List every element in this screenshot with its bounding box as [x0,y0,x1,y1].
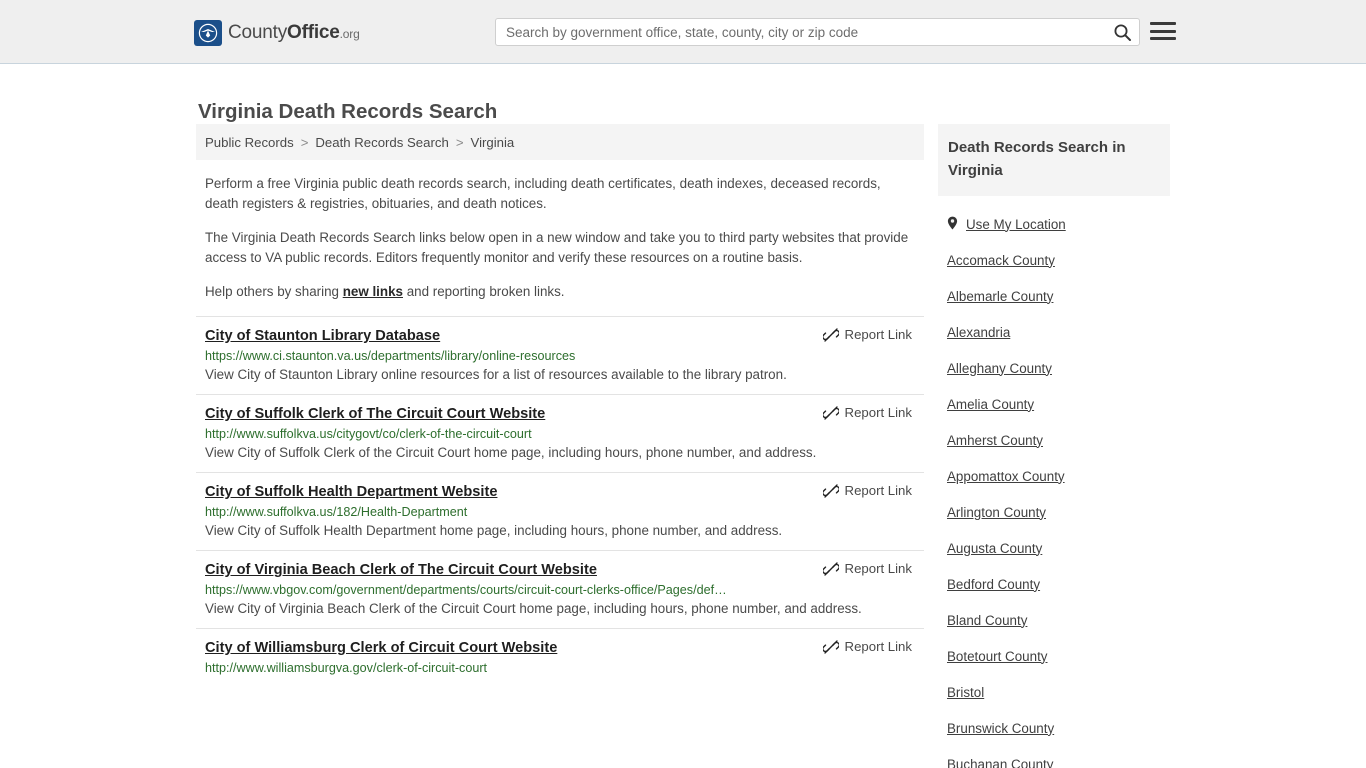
sidebar-county-list: Use My Location Accomack County Albemarl… [938,196,1170,768]
breadcrumb: Public Records > Death Records Search > … [196,124,924,160]
report-link-button[interactable]: Report Link [821,561,912,576]
breadcrumb-separator: > [455,134,464,150]
sidebar-county-link[interactable]: Brunswick County [947,721,1054,736]
sidebar-item-use-my-location[interactable]: Use My Location [938,206,1170,242]
list-item[interactable]: Alleghany County [938,350,1170,386]
report-link-button[interactable]: Report Link [821,405,912,420]
report-link-label: Report Link [844,483,912,498]
page-title: Virginia Death Records Search [198,99,498,123]
result-title-link[interactable]: City of Suffolk Health Department Websit… [205,484,497,500]
hamburger-bar [1150,22,1176,25]
main-content: Public Records > Death Records Search > … [196,124,924,686]
list-item[interactable]: Amelia County [938,386,1170,422]
result-item: City of Virginia Beach Clerk of The Circ… [196,550,924,628]
list-item[interactable]: Augusta County [938,530,1170,566]
intro-text: Perform a free Virginia public death rec… [196,160,924,302]
list-item[interactable]: Appomattox County [938,458,1170,494]
sidebar-heading: Death Records Search in Virginia [938,124,1170,196]
list-item[interactable]: Arlington County [938,494,1170,530]
breadcrumb-item-virginia: Virginia [470,134,515,150]
list-item[interactable]: Buchanan County [938,746,1170,768]
list-item[interactable]: Accomack County [938,242,1170,278]
list-item[interactable]: Alexandria [938,314,1170,350]
sidebar-county-link[interactable]: Alexandria [947,325,1010,340]
broken-link-icon [821,483,840,498]
sidebar-county-link[interactable]: Bedford County [947,577,1040,592]
report-link-label: Report Link [844,405,912,420]
report-link-button[interactable]: Report Link [821,327,912,342]
logo-office: Office [287,22,340,43]
broken-link-icon [821,639,840,654]
intro-suffix: and reporting broken links. [402,284,565,299]
sidebar-county-link[interactable]: Bland County [947,613,1027,628]
result-url: http://www.williamsburgva.gov/clerk-of-c… [205,661,488,675]
result-url: http://www.suffolkva.us/182/Health-Depar… [205,505,468,519]
new-links-link[interactable]: new links [343,284,403,299]
sidebar-county-link[interactable]: Bristol [947,685,984,700]
intro-paragraph-3: Help others by sharing new links and rep… [205,282,912,302]
broken-link-icon [821,405,840,420]
result-description: View City of Virginia Beach Clerk of the… [205,601,862,616]
result-title-link[interactable]: City of Staunton Library Database [205,328,440,344]
result-url: http://www.suffolkva.us/citygovt/co/cler… [205,427,532,441]
result-url: https://www.vbgov.com/government/departm… [205,583,727,597]
logo-county: County [228,22,288,43]
sidebar-county-link[interactable]: Augusta County [947,541,1042,556]
sidebar-county-link[interactable]: Arlington County [947,505,1046,520]
report-link-label: Report Link [844,561,912,576]
intro-paragraph-1: Perform a free Virginia public death rec… [205,176,881,211]
result-item: City of Suffolk Health Department Websit… [196,472,924,550]
hamburger-bar [1150,37,1176,40]
sidebar-county-link[interactable]: Buchanan County [947,757,1053,768]
result-title-link[interactable]: City of Virginia Beach Clerk of The Circ… [205,562,597,578]
result-url: https://www.ci.staunton.va.us/department… [205,349,576,363]
list-item[interactable]: Amherst County [938,422,1170,458]
report-link-button[interactable]: Report Link [821,483,912,498]
list-item[interactable]: Albemarle County [938,278,1170,314]
result-title-link[interactable]: City of Suffolk Clerk of The Circuit Cou… [205,406,545,422]
use-my-location-link[interactable]: Use My Location [966,217,1066,232]
site-logo[interactable]: CountyOffice.org [194,20,360,46]
sidebar-county-link[interactable]: Appomattox County [947,469,1065,484]
intro-prefix: Help others by sharing [205,284,343,299]
site-header: CountyOffice.org [0,0,1366,64]
eagle-seal-icon [194,20,222,46]
result-item: City of Staunton Library Database Report… [196,316,924,394]
result-item: City of Suffolk Clerk of The Circuit Cou… [196,394,924,472]
sidebar-county-link[interactable]: Amherst County [947,433,1043,448]
list-item[interactable]: Brunswick County [938,710,1170,746]
intro-paragraph-2: The Virginia Death Records Search links … [205,230,909,265]
result-item: City of Williamsburg Clerk of Circuit Co… [196,628,924,686]
sidebar-county-link[interactable]: Accomack County [947,253,1055,268]
report-link-button[interactable]: Report Link [821,639,912,654]
map-pin-icon [947,216,958,233]
sidebar-county-link[interactable]: Alleghany County [947,361,1052,376]
sidebar-county-link[interactable]: Amelia County [947,397,1034,412]
sidebar-county-link[interactable]: Albemarle County [947,289,1053,304]
result-description: View City of Staunton Library online res… [205,367,787,382]
result-description: View City of Suffolk Clerk of the Circui… [205,445,817,460]
result-title-link[interactable]: City of Williamsburg Clerk of Circuit Co… [205,640,557,656]
list-item[interactable]: Bedford County [938,566,1170,602]
report-link-label: Report Link [844,639,912,654]
hamburger-bar [1150,29,1176,33]
report-link-label: Report Link [844,327,912,342]
search-icon[interactable] [1105,19,1139,45]
logo-wordmark: CountyOffice.org [228,22,360,44]
breadcrumb-item-public-records[interactable]: Public Records [205,135,294,150]
broken-link-icon [821,327,840,342]
logo-org: .org [339,27,360,41]
broken-link-icon [821,561,840,576]
breadcrumb-separator: > [300,134,309,150]
hamburger-menu-icon[interactable] [1150,20,1176,42]
list-item[interactable]: Bland County [938,602,1170,638]
result-description: View City of Suffolk Health Department h… [205,523,783,538]
search-bar[interactable] [495,18,1140,46]
list-item[interactable]: Botetourt County [938,638,1170,674]
sidebar: Death Records Search in Virginia Use My … [938,124,1170,768]
breadcrumb-item-death-records-search[interactable]: Death Records Search [315,135,448,150]
sidebar-county-link[interactable]: Botetourt County [947,649,1048,664]
list-item[interactable]: Bristol [938,674,1170,710]
search-input[interactable] [496,24,1105,40]
